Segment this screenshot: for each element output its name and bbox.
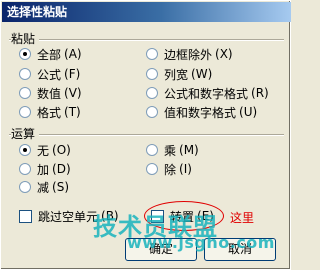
radio-paste-all-except-borders[interactable]: 边框除外 (X) bbox=[146, 46, 233, 62]
radio-paste-all[interactable]: 全部 (A) bbox=[19, 46, 82, 62]
radio-operation-subtract[interactable]: 减 (S) bbox=[19, 179, 69, 195]
paste-group-label: 粘贴 bbox=[11, 30, 40, 47]
radio-button-icon bbox=[19, 48, 31, 60]
radio-paste-column-widths[interactable]: 列宽 (W) bbox=[146, 66, 212, 82]
radio-paste-values[interactable]: 数值 (V) bbox=[19, 85, 82, 101]
radio-paste-values-number-formats[interactable]: 值和数字格式 (U) bbox=[146, 104, 257, 120]
watermark-url: www.jsgho.com bbox=[127, 233, 275, 252]
paste-special-dialog: 选择性粘贴 粘贴 全部 (A) 公式 (F) 数值 (V) 格式 (T) 边框除外 (X)… bbox=[0, 0, 291, 270]
radio-button-icon bbox=[19, 87, 31, 99]
annotation-text: 这里 bbox=[230, 211, 255, 225]
dialog-title: 选择性粘贴 bbox=[2, 2, 291, 22]
radio-button-icon bbox=[146, 68, 158, 80]
radio-button-icon bbox=[19, 181, 31, 193]
radio-button-icon bbox=[146, 48, 158, 60]
radio-button-icon bbox=[146, 87, 158, 99]
radio-operation-divide[interactable]: 除 (I) bbox=[146, 161, 192, 177]
radio-button-icon bbox=[19, 144, 31, 156]
radio-button-icon bbox=[19, 163, 31, 175]
radio-operation-add[interactable]: 加 (D) bbox=[19, 161, 71, 177]
radio-button-icon bbox=[146, 163, 158, 175]
radio-paste-formats[interactable]: 格式 (T) bbox=[19, 104, 81, 120]
radio-paste-formulas-number-formats[interactable]: 公式和数字格式 (R) bbox=[146, 85, 269, 101]
radio-operation-multiply[interactable]: 乘 (M) bbox=[146, 142, 199, 158]
radio-button-icon bbox=[146, 106, 158, 118]
operation-group-label: 运算 bbox=[11, 125, 40, 142]
radio-button-icon bbox=[19, 68, 31, 80]
radio-operation-none[interactable]: 无 (O) bbox=[19, 142, 71, 158]
checkbox-icon bbox=[19, 209, 32, 223]
radio-button-icon bbox=[146, 144, 158, 156]
radio-button-icon bbox=[19, 106, 31, 118]
radio-paste-formulas[interactable]: 公式 (F) bbox=[19, 66, 80, 82]
